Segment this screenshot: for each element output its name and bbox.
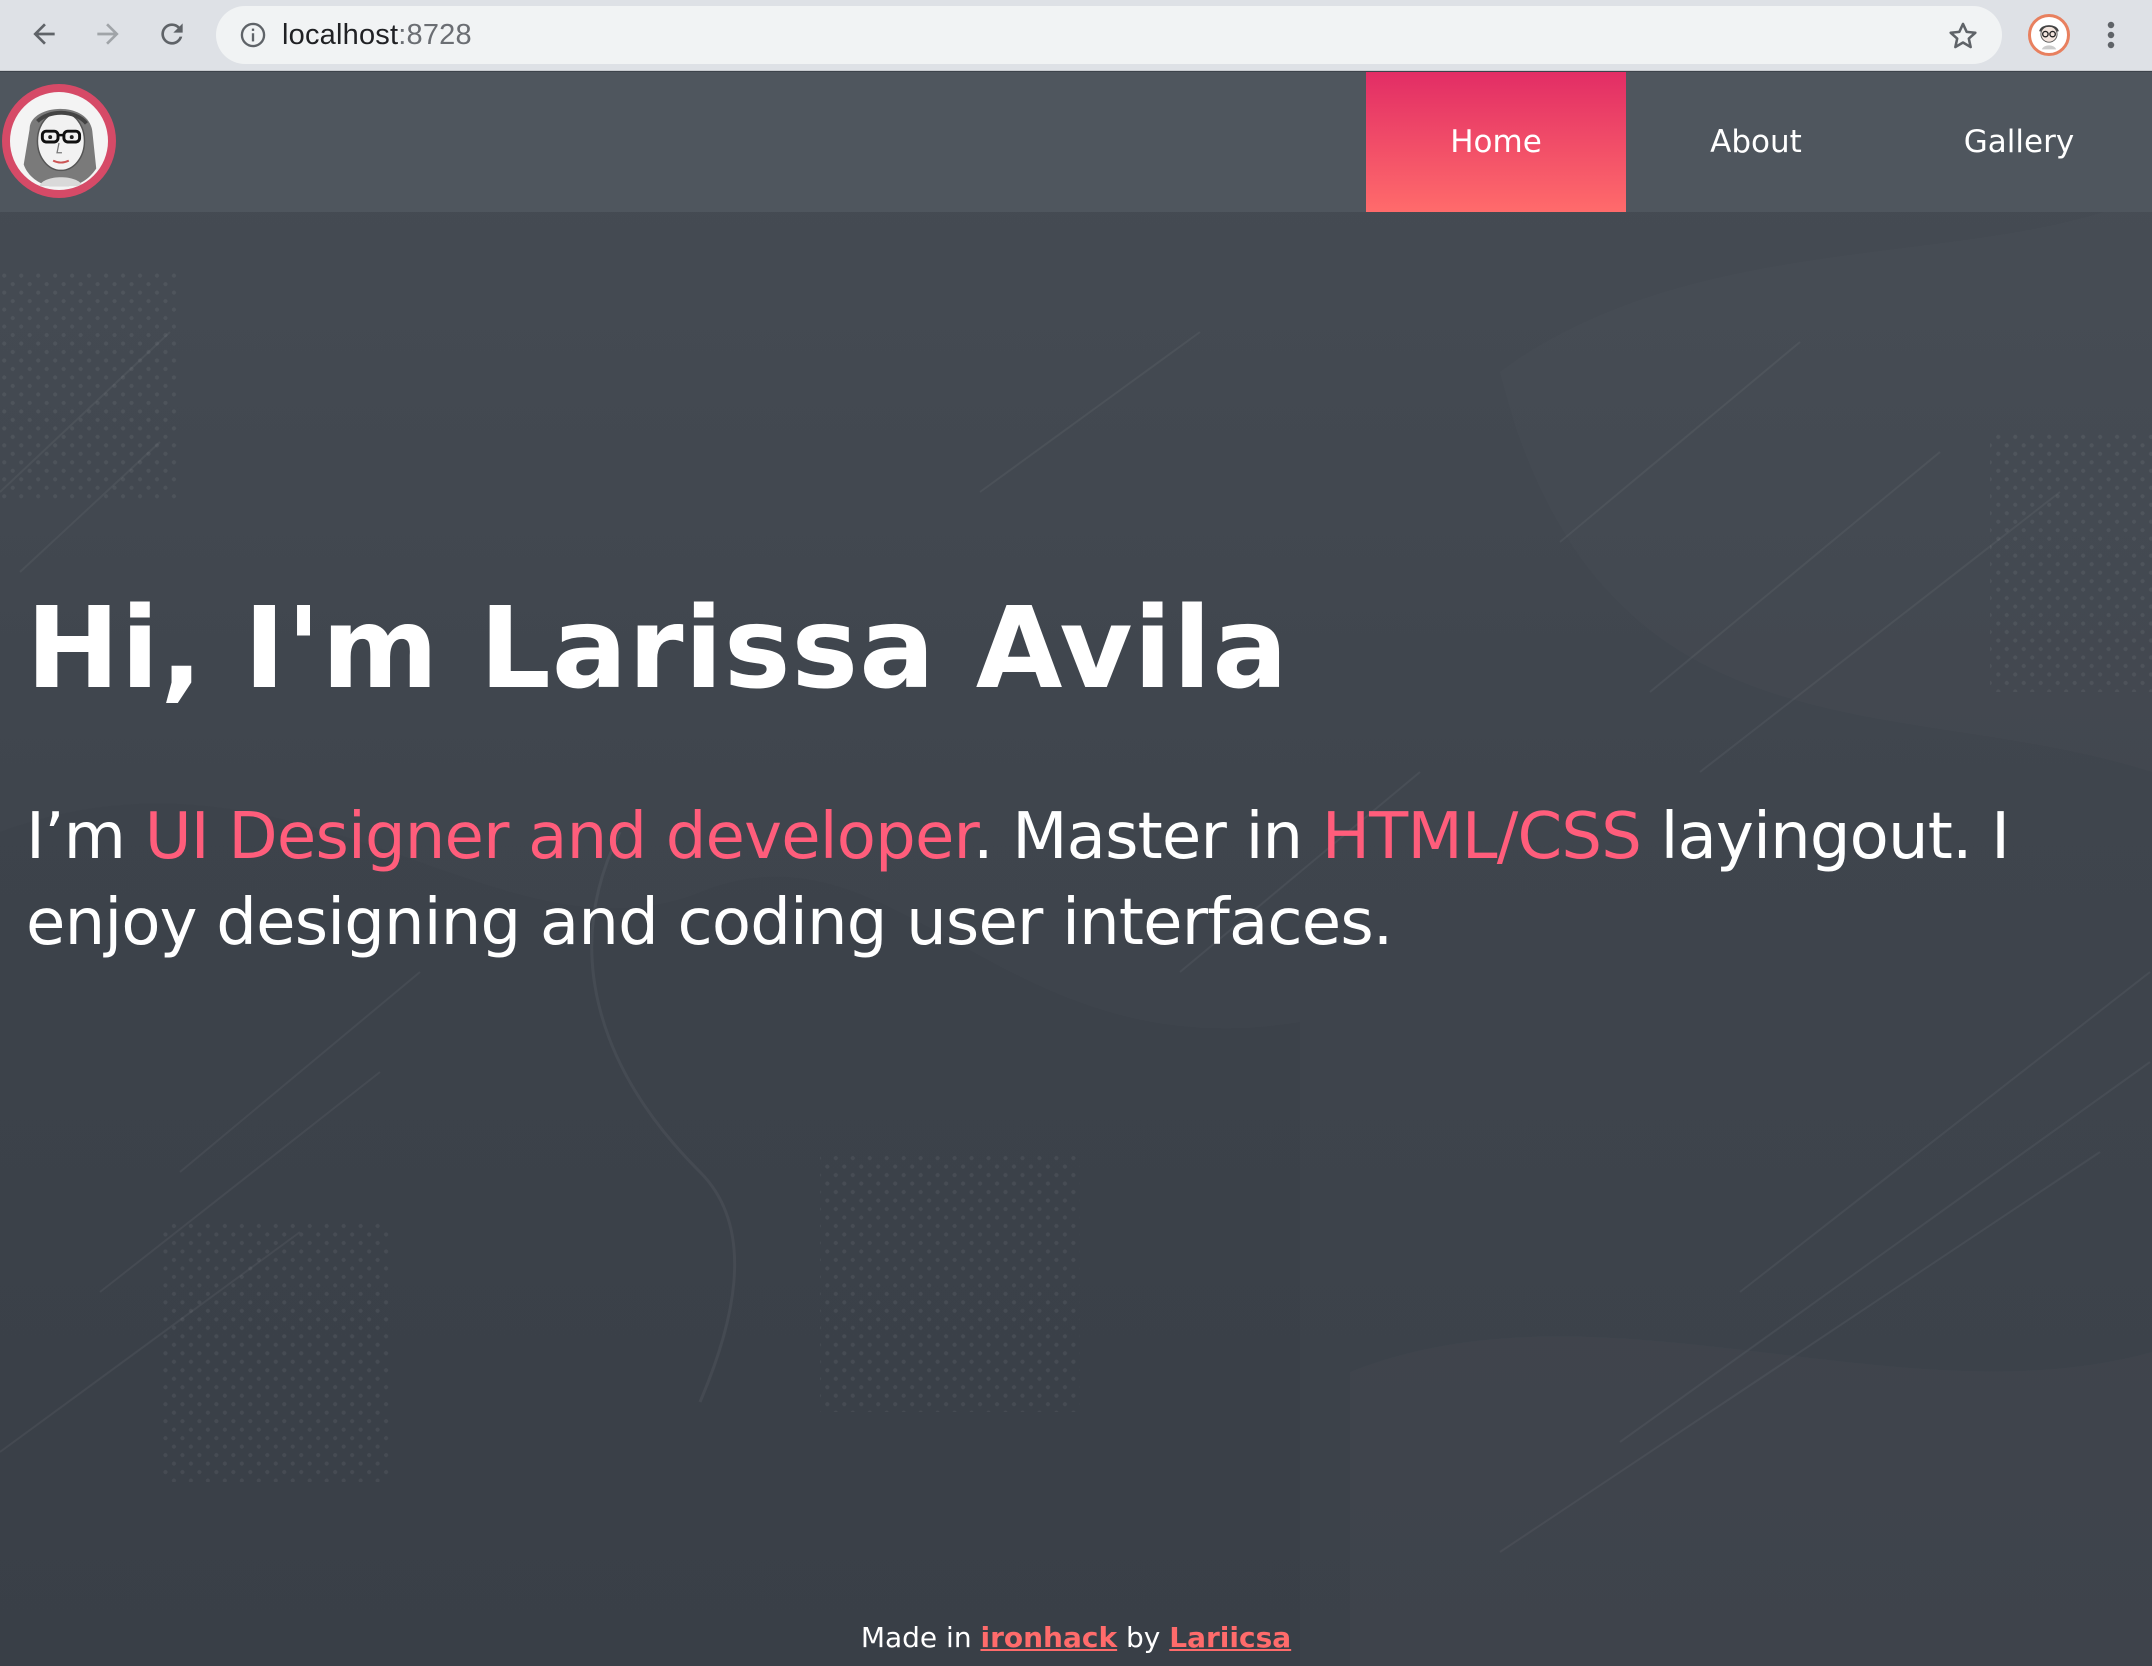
hero-text-prefix: I’m bbox=[26, 800, 145, 874]
hero-description: I’m UI Designer and developer. Master in… bbox=[26, 794, 2146, 966]
reload-icon bbox=[161, 23, 183, 45]
page: Home About Gallery Hi, I'm Larissa Avila… bbox=[0, 72, 2152, 1666]
footer-link-ironhack[interactable]: ironhack bbox=[980, 1621, 1117, 1654]
hero-title: Hi, I'm Larissa Avila bbox=[26, 584, 1289, 714]
hero-accent-skill: HTML/CSS bbox=[1321, 800, 1642, 874]
site-logo[interactable] bbox=[2, 84, 116, 198]
browser-toolbar: localhost:8728 bbox=[0, 0, 2152, 71]
footer-by: by bbox=[1117, 1621, 1170, 1654]
nav-gallery[interactable]: Gallery bbox=[1886, 72, 2152, 212]
nav-home[interactable]: Home bbox=[1366, 72, 1626, 212]
footer-link-author[interactable]: Lariicsa bbox=[1169, 1621, 1291, 1654]
arrow-left-icon bbox=[33, 23, 55, 45]
logo-portrait bbox=[10, 92, 108, 190]
star-icon[interactable] bbox=[1946, 19, 1980, 53]
url-text: localhost:8728 bbox=[282, 19, 472, 52]
profile-avatar[interactable] bbox=[2028, 14, 2070, 56]
info-icon[interactable] bbox=[238, 20, 268, 50]
back-button[interactable] bbox=[24, 14, 64, 54]
reload-button[interactable] bbox=[152, 14, 192, 54]
site-footer: Made in ironhack by Lariicsa bbox=[0, 1621, 2152, 1654]
hero-text-middle: . Master in bbox=[973, 800, 1322, 874]
address-bar[interactable]: localhost:8728 bbox=[216, 6, 2002, 64]
site-navbar: Home About Gallery bbox=[0, 72, 2152, 212]
footer-made-in: Made in bbox=[860, 1621, 981, 1654]
arrow-right-icon bbox=[97, 23, 119, 45]
url-host: localhost bbox=[282, 18, 399, 51]
kebab-menu-icon[interactable] bbox=[2096, 16, 2126, 54]
nav-about[interactable]: About bbox=[1626, 72, 1886, 212]
url-port: :8728 bbox=[398, 18, 472, 51]
forward-button[interactable] bbox=[88, 14, 128, 54]
hero-accent-role: UI Designer and developer bbox=[144, 800, 974, 874]
